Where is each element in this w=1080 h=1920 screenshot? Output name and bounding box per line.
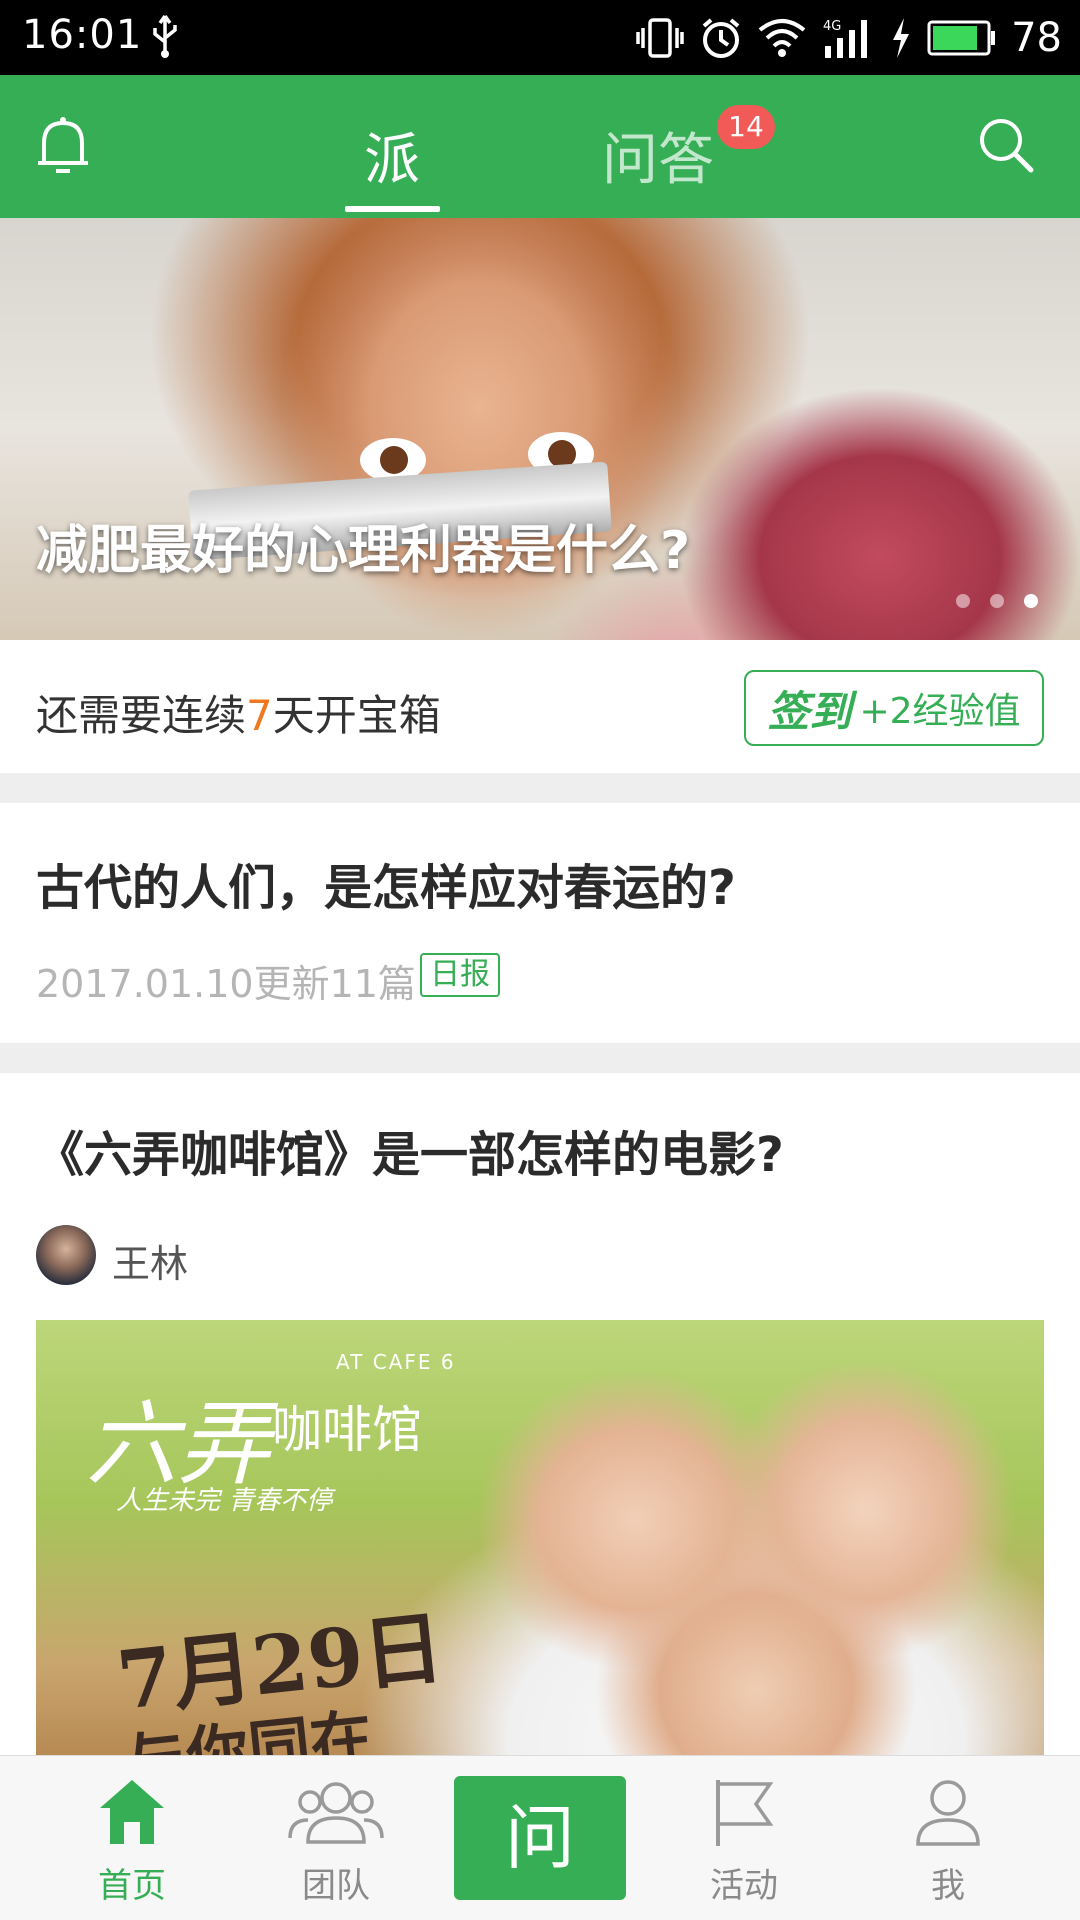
nav-home[interactable]: 首页 [32,1756,232,1920]
poster-tagline: 人生未完 青春不停 [116,1486,333,1516]
feed-card-title[interactable]: 古代的人们，是怎样应对春运的? [36,848,736,918]
status-icons: 4G 78 [635,10,1062,66]
checkin-reward: +2经验值 [859,691,1021,732]
notification-badge: 14 [717,105,775,149]
search-icon[interactable] [976,115,1036,175]
carousel-dot-active [1024,594,1038,608]
carousel-dots [956,594,1038,608]
feed-card-title[interactable]: 《六弄咖啡馆》是一部怎样的电影? [36,1115,784,1185]
nav-me[interactable]: 我 [848,1756,1048,1920]
signal-icon: 4G [823,19,868,58]
checkin-prefix: 还需要连续 [36,691,247,740]
tab-wenda[interactable]: 问答 [602,115,714,196]
banner-caption[interactable]: 减肥最好的心理利器是什么? [36,508,690,583]
top-bar: 派 问答 14 [0,75,1080,218]
svg-text:4G: 4G [823,19,841,34]
feed-card-meta: 2017.01.10更新11篇 [36,962,416,1006]
checkin-days: 7 [246,691,273,740]
wifi-icon [758,19,806,57]
tab-pai[interactable]: 派 [364,115,420,196]
nav-activity-label: 活动 [710,1866,778,1906]
status-time: 16:01 [22,12,143,58]
nav-home-label: 首页 [98,1866,166,1906]
carousel-dot [990,594,1004,608]
poster-title-small: 咖啡馆 [272,1401,422,1459]
alarm-icon [702,18,740,58]
author-name[interactable]: 王林 [112,1233,188,1288]
feed-card[interactable]: 《六弄咖啡馆》是一部怎样的电影? 王林 六弄 咖啡馆 AT CAFE 6 人生未… [0,1073,1080,1780]
banner-carousel[interactable]: 减肥最好的心理利器是什么? [0,218,1080,640]
nav-team-label: 团队 [302,1866,370,1906]
author-avatar[interactable] [36,1225,96,1285]
nav-activity[interactable]: 活动 [644,1756,844,1920]
daily-tag: 日报 [420,953,500,997]
checkin-text: 还需要连续7天开宝箱 [36,682,441,743]
flag-icon [716,1780,774,1846]
checkin-button[interactable]: 签到 +2经验值 [744,670,1044,746]
vibrate-icon [636,18,684,58]
team-icon [288,1782,384,1844]
carousel-dot [956,594,970,608]
battery-icon [927,20,996,56]
user-icon [916,1780,980,1846]
feed-card[interactable]: 古代的人们，是怎样应对春运的? 2017.01.10更新11篇 日报 [0,803,1080,1043]
movie-poster-image[interactable]: 六弄 咖啡馆 AT CAFE 6 人生未完 青春不停 7月29日 与你同在 [36,1320,1044,1780]
checkin-row: 还需要连续7天开宝箱 签到 +2经验值 [0,640,1080,773]
poster-english-title: AT CAFE 6 [336,1350,456,1374]
bottom-nav: 首页 团队 问 活动 我 [0,1755,1080,1920]
status-bar: 16:01 4G 78 [0,0,1080,75]
usb-icon [153,14,177,58]
active-tab-indicator [345,206,440,212]
ask-button[interactable]: 问 [454,1776,626,1900]
checkin-suffix: 天开宝箱 [272,691,441,740]
nav-team[interactable]: 团队 [236,1756,436,1920]
checkin-button-label: 签到 [767,686,852,736]
battery-level: 78 [1011,15,1062,61]
bell-icon[interactable] [34,115,92,179]
home-icon [100,1780,164,1844]
charging-icon [893,18,910,58]
nav-me-label: 我 [931,1866,965,1906]
